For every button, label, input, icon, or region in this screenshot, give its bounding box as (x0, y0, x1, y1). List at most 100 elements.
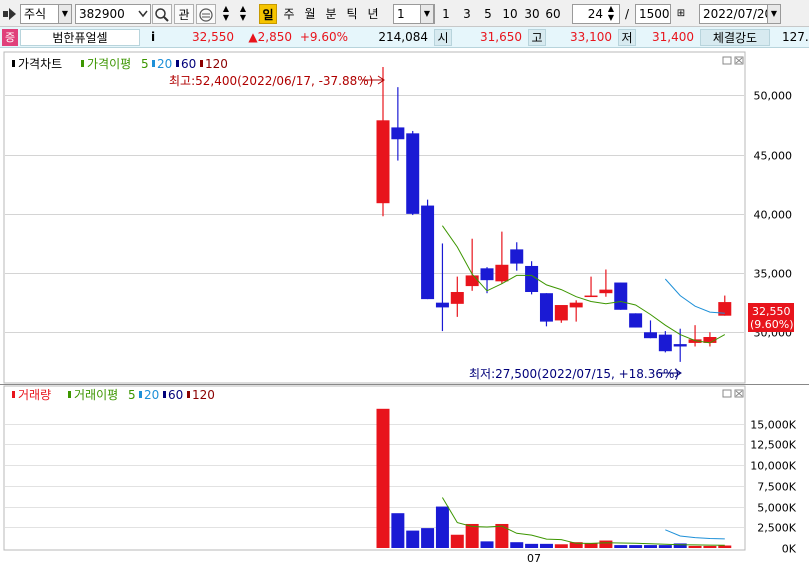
volume-bars (376, 408, 732, 548)
interval-dropdown-button[interactable]: ▼ (420, 4, 434, 24)
volume-tick-label: 0K (782, 543, 797, 556)
max-price-annotation: 최고:52,400(2022/06/17, -37.88%) (169, 74, 373, 88)
settings-icon[interactable]: ⊞ (673, 4, 689, 24)
volume-panel-frame (3, 385, 746, 551)
gwan-button[interactable]: 관 (174, 4, 194, 24)
interval-3[interactable]: 3 (459, 4, 475, 24)
volume-bar (718, 545, 732, 548)
volume-bar (629, 545, 643, 548)
interval-10[interactable]: 10 (500, 4, 520, 24)
tab-month[interactable]: 월 (301, 4, 319, 24)
chevron-down-icon[interactable] (137, 9, 149, 19)
count-total-input[interactable]: 1500 (635, 4, 671, 24)
interval-30[interactable]: 30 (522, 4, 542, 24)
candles (376, 67, 732, 362)
interval-5[interactable]: 5 (480, 4, 496, 24)
candle-body (495, 264, 509, 282)
volume-ma20-line (665, 529, 725, 540)
price-panel-window-icons[interactable] (722, 56, 744, 65)
volume-bar (539, 543, 553, 548)
price-axis: 30,000 35,000 40,000 45,000 50,000 (754, 90, 793, 340)
volume-bar (450, 534, 464, 548)
volume-legend-ma20: 20 (144, 388, 159, 402)
tab-minute[interactable]: 분 (322, 4, 340, 24)
quote-bar: 증 범한퓨얼셀 i 32,550 ▲2,850 +9.60% 214,084 시… (0, 27, 809, 48)
open-value: 31,650 (480, 30, 522, 44)
low-label: 저 (618, 29, 636, 46)
volume-bar (599, 540, 613, 548)
volume-ma5-line (441, 497, 725, 546)
menu-arrow-icon[interactable] (3, 8, 17, 20)
search-icon (155, 8, 169, 22)
stack-button[interactable] (196, 4, 216, 24)
price-legend-title: 가격차트 (18, 57, 62, 71)
tab-tick[interactable]: 틱 (343, 4, 361, 24)
volume-bar (658, 545, 672, 548)
tab-year[interactable]: 년 (364, 4, 382, 24)
candle-body (510, 249, 524, 264)
current-price: 32,550 (192, 30, 234, 44)
volume-axis: 0K 2,500K 5,000K 7,500K 10,000K 12,500K 15,000… (750, 419, 796, 556)
stock-name[interactable]: 범한퓨얼셀 (20, 29, 140, 46)
tab-week[interactable]: 주 (280, 4, 298, 24)
candle-body (614, 282, 628, 310)
price-legend-ma-label: 가격이평 (87, 57, 131, 71)
candle-body (376, 120, 390, 204)
volume-bar (643, 545, 657, 548)
max-arrow-head (377, 75, 385, 85)
tab-day[interactable]: 일 (259, 4, 277, 24)
count-spinner[interactable]: ▲ ▼ (604, 4, 618, 24)
stock-chart[interactable]: 30,000 35,000 40,000 45,000 50,000 0K 2,500K 5… (0, 0, 809, 565)
candle-body (421, 205, 435, 300)
volume-bar (554, 544, 568, 548)
updown-spinner[interactable]: ▲ ▼ (218, 4, 234, 24)
market-dropdown-button[interactable]: ▼ (58, 4, 72, 24)
date-dropdown-button[interactable]: ▼ (767, 4, 781, 24)
candle-body (569, 302, 583, 308)
code-value: 382900 (79, 7, 125, 21)
count-value: 24 (587, 7, 603, 21)
volume-bar (584, 543, 598, 548)
candle-body (673, 344, 687, 347)
min-arrow-head (674, 368, 682, 378)
price-ma5-line (441, 225, 726, 344)
price-legend-ma60: 60 (181, 57, 196, 71)
volume-legend-ma-label: 거래이평 (74, 388, 118, 402)
spin-right-icon[interactable]: ▲ ▼ (236, 4, 250, 24)
change-percent: +9.60% (299, 30, 348, 44)
volume-tick-label: 10,000K (750, 460, 796, 473)
price-legend-ma120: 120 (205, 57, 228, 71)
info-button[interactable]: i (144, 29, 162, 46)
open-label: 시 (434, 29, 452, 46)
search-button[interactable] (152, 4, 172, 24)
high-label: 고 (528, 29, 546, 46)
volume-bar (688, 545, 702, 548)
market-value: 주식 (24, 7, 47, 21)
volume-bar (569, 542, 583, 548)
volume-tick-label: 7,500K (757, 481, 796, 494)
candle-body (480, 268, 494, 281)
price-panel-frame (3, 51, 746, 384)
price-legend-ma20: 20 (157, 57, 172, 71)
volume-bar (435, 506, 449, 548)
volume-gridlines (5, 424, 744, 528)
price-ma20-line (664, 278, 725, 314)
volume-tick-label: 15,000K (750, 419, 796, 432)
interval-60[interactable]: 60 (543, 4, 563, 24)
low-value: 31,400 (652, 30, 694, 44)
min-price-annotation: 최저:27,500(2022/07/15, +18.36%) (469, 367, 679, 381)
strength-label: 체결강도 (700, 29, 770, 46)
high-value: 33,100 (570, 30, 612, 44)
volume-bar (495, 523, 509, 548)
volume-panel-window-icons[interactable] (722, 389, 744, 398)
candle-body (539, 293, 553, 322)
volume-bar (465, 523, 479, 548)
moving-average-lines (441, 225, 726, 546)
toolbar: 주식 ▼ 382900 관 ▲ ▼ ▲ ▼ 일 주 월 분 틱 년 1 ▼ 1 3 … (0, 0, 809, 27)
volume-bar (673, 543, 687, 548)
interval-1[interactable]: 1 (438, 4, 454, 24)
candle-body (599, 289, 613, 294)
price-gridlines (5, 95, 744, 333)
last-price-label: 32,550 (752, 305, 791, 318)
volume-bar (406, 530, 420, 548)
